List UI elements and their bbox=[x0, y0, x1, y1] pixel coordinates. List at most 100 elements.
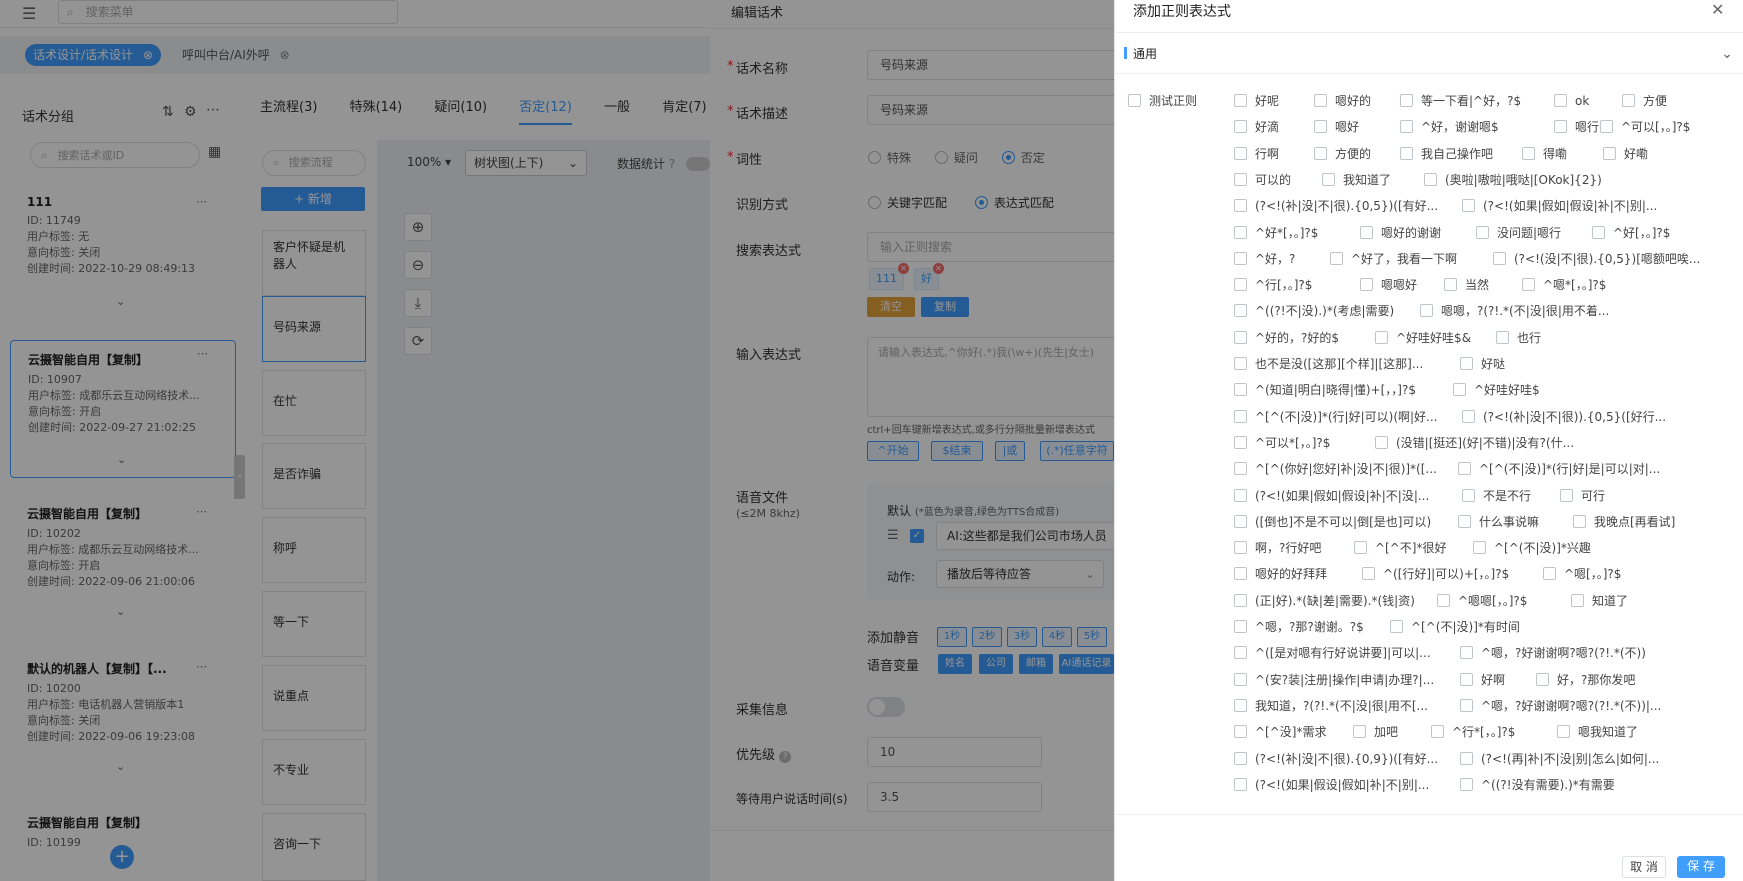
regex-option-checkbox[interactable]: ok bbox=[1554, 92, 1589, 110]
regex-option-checkbox[interactable]: ^好[，。]?$ bbox=[1592, 224, 1670, 242]
regex-option-checkbox[interactable]: ^好，谢谢嗯$ bbox=[1400, 118, 1499, 136]
regex-option-checkbox[interactable]: (?<!(再|补|不|没|别|怎么|如何|... bbox=[1460, 750, 1659, 768]
regex-option-label: ^([行好]|可以)+[，。]?$ bbox=[1383, 567, 1510, 581]
section-header[interactable]: 通用 ⌄ bbox=[1124, 44, 1733, 64]
save-button[interactable]: 保 存 bbox=[1677, 856, 1725, 878]
checkbox-icon bbox=[1234, 331, 1247, 344]
test-regex-checkbox[interactable]: 测试正则 bbox=[1128, 92, 1197, 110]
regex-option-checkbox[interactable]: 可以的 bbox=[1234, 171, 1291, 189]
regex-option-checkbox[interactable]: ^嗯嗯[，。]?$ bbox=[1437, 592, 1527, 610]
regex-option-checkbox[interactable]: 行啊 bbox=[1234, 145, 1279, 163]
regex-option-checkbox[interactable]: 好，?那你发吧 bbox=[1536, 671, 1635, 689]
regex-option-checkbox[interactable]: ^好的，?好的$ bbox=[1234, 329, 1339, 347]
regex-option-checkbox[interactable]: ^嗯[，。]?$ bbox=[1543, 565, 1621, 583]
regex-option-checkbox[interactable]: ^[^(不|没)]*有时间 bbox=[1390, 618, 1520, 636]
regex-option-checkbox[interactable]: (?<!(补|没|不|很).{0,5})([有好... bbox=[1234, 197, 1438, 215]
checkbox-icon bbox=[1234, 226, 1247, 239]
regex-option-checkbox[interactable]: ^(安?装|注册|操作|申请|办理?|... bbox=[1234, 671, 1434, 689]
regex-option-checkbox[interactable]: ^[^(不|没)]*(行|好|是|可以|对|... bbox=[1458, 460, 1660, 478]
regex-option-checkbox[interactable]: 也不是没([这那][个样]|[这那]... bbox=[1234, 355, 1423, 373]
regex-option-checkbox[interactable]: 没问题|嗯行 bbox=[1476, 224, 1561, 242]
regex-option-checkbox[interactable]: 可行 bbox=[1560, 487, 1605, 505]
checkbox-icon bbox=[1622, 94, 1635, 107]
regex-option-checkbox[interactable]: ^行*[，。]?$ bbox=[1431, 723, 1515, 741]
regex-option-checkbox[interactable]: 加吧 bbox=[1353, 723, 1398, 741]
regex-option-checkbox[interactable]: ^嗯，?好谢谢啊?嗯?(?!.*(不))|... bbox=[1460, 697, 1661, 715]
regex-option-checkbox[interactable]: (没错|[挺还](好|不错)|没有?(什... bbox=[1375, 434, 1574, 452]
regex-option-checkbox[interactable]: 我知道了 bbox=[1322, 171, 1391, 189]
cancel-button[interactable]: 取 消 bbox=[1622, 856, 1666, 878]
regex-option-label: 好，?那你发吧 bbox=[1557, 673, 1636, 687]
regex-option-checkbox[interactable]: ^嗯*[，。]?$ bbox=[1522, 276, 1606, 294]
regex-option-checkbox[interactable]: 等一下看|^好，?$ bbox=[1400, 92, 1521, 110]
regex-option-checkbox[interactable]: ^([是对嗯有行好说讲要]|可以|... bbox=[1234, 644, 1431, 662]
regex-option-checkbox[interactable]: ^((?!没有需要).)*有需要 bbox=[1460, 776, 1615, 794]
regex-option-checkbox[interactable]: ^([行好]|可以)+[，。]?$ bbox=[1362, 565, 1509, 583]
regex-option-checkbox[interactable]: 啊，?行好吧 bbox=[1234, 539, 1321, 557]
regex-option-checkbox[interactable]: (?<!(如果|假如|假设|补|不|没|... bbox=[1234, 487, 1429, 505]
regex-option-checkbox[interactable]: 嗯好的谢谢 bbox=[1360, 224, 1441, 242]
regex-option-checkbox[interactable]: ^[^(不|没)]*兴趣 bbox=[1473, 539, 1591, 557]
regex-option-checkbox[interactable]: ^((?!不|没).)*(考虑|需要) bbox=[1234, 302, 1394, 320]
regex-option-checkbox[interactable]: 什么事说嘛 bbox=[1458, 513, 1539, 531]
regex-option-checkbox[interactable]: 好呢 bbox=[1234, 92, 1279, 110]
divider bbox=[1114, 73, 1743, 74]
regex-option-checkbox[interactable]: 我晚点[再看试] bbox=[1573, 513, 1675, 531]
regex-option-checkbox[interactable]: 不是不行 bbox=[1462, 487, 1531, 505]
close-icon[interactable]: ✕ bbox=[1711, 0, 1724, 19]
regex-option-checkbox[interactable]: (正|好).*(缺|差|需要).*(钱|资) bbox=[1234, 592, 1415, 610]
regex-option-checkbox[interactable]: ^嗯，?好谢谢啊?嗯?(?!.*(不)) bbox=[1460, 644, 1646, 662]
regex-option-checkbox[interactable]: 好滴 bbox=[1234, 118, 1279, 136]
regex-option-checkbox[interactable]: 知道了 bbox=[1571, 592, 1628, 610]
regex-option-checkbox[interactable]: 得嘞 bbox=[1522, 145, 1567, 163]
regex-option-checkbox[interactable]: ^行[，。]?$ bbox=[1234, 276, 1312, 294]
regex-option-checkbox[interactable]: (?<!(没|不|很).{0,5})[嗯额吧唉... bbox=[1493, 250, 1700, 268]
regex-option-checkbox[interactable]: ^好，? bbox=[1234, 250, 1295, 268]
regex-option-checkbox[interactable]: 嗯嗯，?(?!.*(不|没|很|用不着... bbox=[1420, 302, 1609, 320]
regex-option-checkbox[interactable]: ^嗯，?那?谢谢。?$ bbox=[1234, 618, 1364, 636]
regex-option-checkbox[interactable]: ^可以*[，。]?$ bbox=[1234, 434, 1330, 452]
regex-option-checkbox[interactable]: 我自己操作吧 bbox=[1400, 145, 1493, 163]
regex-option-checkbox[interactable]: 也行 bbox=[1496, 329, 1541, 347]
regex-option-checkbox[interactable]: ([倒也]不是不可以|倒[是也]可以) bbox=[1234, 513, 1431, 531]
regex-option-checkbox[interactable]: 嗯行 bbox=[1554, 118, 1599, 136]
regex-option-checkbox[interactable]: 方便的 bbox=[1314, 145, 1371, 163]
regex-option-checkbox[interactable]: ^[^没]*需求 bbox=[1234, 723, 1326, 741]
checkbox-icon bbox=[1234, 383, 1247, 396]
regex-option-checkbox[interactable]: (?<!(如果|假设|假如|补|不|别|... bbox=[1234, 776, 1429, 794]
regex-option-checkbox[interactable]: 嗯好的 bbox=[1314, 92, 1371, 110]
checkbox-icon bbox=[1234, 252, 1247, 265]
regex-option-label: ^好[，。]?$ bbox=[1613, 226, 1671, 240]
regex-option-checkbox[interactable]: ^好*[，。]?$ bbox=[1234, 224, 1318, 242]
checkbox-icon bbox=[1234, 410, 1247, 423]
regex-option-checkbox[interactable]: 我知道，?(?!.*(不|没|很|用不[... bbox=[1234, 697, 1428, 715]
regex-option-checkbox[interactable]: 好啊 bbox=[1460, 671, 1505, 689]
regex-option-checkbox[interactable]: ^[^(你好|您好|补|没|不|很)]*([... bbox=[1234, 460, 1437, 478]
regex-option-checkbox[interactable]: ^好了，我看一下啊 bbox=[1330, 250, 1457, 268]
regex-option-label: 等一下看|^好，?$ bbox=[1421, 94, 1522, 108]
regex-option-label: ^[^(不|没)]*有时间 bbox=[1411, 620, 1520, 634]
checkbox-icon bbox=[1462, 489, 1475, 502]
regex-option-checkbox[interactable]: ^[^不]*很好 bbox=[1354, 539, 1446, 557]
regex-option-checkbox[interactable]: 嗯嗯好 bbox=[1360, 276, 1417, 294]
checkbox-icon bbox=[1234, 699, 1247, 712]
regex-option-checkbox[interactable]: ^好哇好哇$& bbox=[1375, 329, 1471, 347]
regex-option-checkbox[interactable]: (?<!(补|没|不|很)).{0,5}([好行... bbox=[1462, 408, 1666, 426]
regex-option-checkbox[interactable]: (奥啦|嗷啦|哦哒|[OKok]{2}) bbox=[1424, 171, 1602, 189]
checkbox-icon bbox=[1554, 120, 1567, 133]
regex-option-checkbox[interactable]: 嗯好 bbox=[1314, 118, 1359, 136]
regex-option-label: 我知道，?(?!.*(不|没|很|用不[... bbox=[1255, 699, 1428, 713]
regex-option-checkbox[interactable]: 嗯我知道了 bbox=[1557, 723, 1638, 741]
regex-option-checkbox[interactable]: 好哒 bbox=[1460, 355, 1505, 373]
regex-option-checkbox[interactable]: ^[^(不|没)]*(行|好|可以)(啊|好... bbox=[1234, 408, 1438, 426]
regex-option-checkbox[interactable]: 嗯好的好拜拜 bbox=[1234, 565, 1327, 583]
regex-option-checkbox[interactable]: ^好哇好哇$ bbox=[1453, 381, 1540, 399]
regex-option-checkbox[interactable]: 当然 bbox=[1444, 276, 1489, 294]
regex-option-checkbox[interactable]: (?<!(如果|假如|假设|补|不|别|... bbox=[1462, 197, 1657, 215]
regex-option-checkbox[interactable]: (?<!(补|没|不|很).{0,9})([有好... bbox=[1234, 750, 1438, 768]
regex-option-checkbox[interactable]: 好嘞 bbox=[1603, 145, 1648, 163]
regex-option-checkbox[interactable]: ^可以[，。]?$ bbox=[1600, 118, 1690, 136]
checkbox-icon bbox=[1234, 278, 1247, 291]
regex-option-checkbox[interactable]: ^(知道|明白|晓得|懂)+[，，]?$ bbox=[1234, 381, 1416, 399]
regex-option-checkbox[interactable]: 方便 bbox=[1622, 92, 1667, 110]
